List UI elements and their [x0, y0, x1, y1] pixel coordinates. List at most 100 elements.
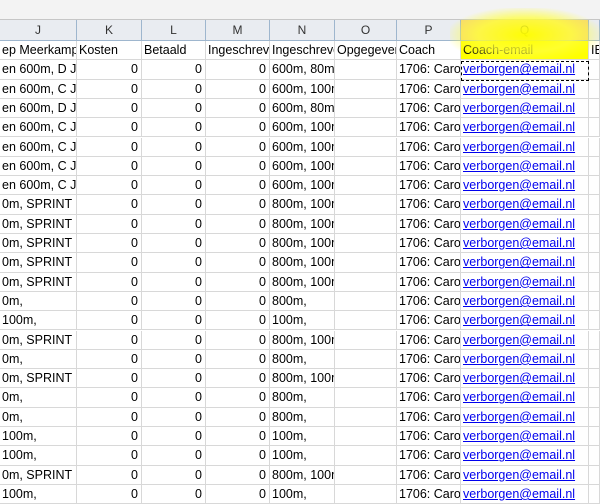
cell-q[interactable]: verborgen@email.nl	[461, 427, 589, 447]
cell-q[interactable]: verborgen@email.nl	[461, 156, 589, 177]
cell-o[interactable]	[335, 176, 397, 196]
cell-j[interactable]: 0m,	[0, 388, 77, 408]
header-cell-n[interactable]: Ingeschreve	[270, 41, 335, 61]
cell-k[interactable]: 0	[77, 407, 142, 427]
cell-k[interactable]: 0	[77, 79, 142, 99]
cell-o[interactable]	[335, 427, 397, 447]
cell-j[interactable]: en 600m, C Ju	[0, 118, 77, 138]
coach-email-link[interactable]: verborgen@email.nl	[463, 487, 575, 501]
cell-n[interactable]: 800m, 100m,	[270, 253, 335, 273]
cell-n[interactable]: 600m, 100m,	[270, 156, 335, 177]
cell-k[interactable]: 0	[77, 195, 142, 215]
cell-o[interactable]	[335, 137, 397, 157]
cell-m[interactable]: 0	[206, 388, 270, 408]
cell-k[interactable]: 0	[77, 427, 142, 447]
header-cell-j[interactable]: ep Meerkamp	[0, 41, 77, 61]
cell-l[interactable]: 0	[142, 388, 206, 408]
cell-p[interactable]: 1706: Caro	[397, 465, 461, 485]
cell-j[interactable]: en 600m, C Ju	[0, 156, 77, 177]
cell-q[interactable]: verborgen@email.nl	[461, 60, 589, 80]
cell-n[interactable]: 600m, 100m,	[270, 118, 335, 138]
cell-n[interactable]: 800m, 100m,	[270, 195, 335, 215]
coach-email-link[interactable]: verborgen@email.nl	[463, 294, 575, 308]
cell-next[interactable]	[589, 388, 600, 408]
cell-m[interactable]: 0	[206, 484, 270, 504]
cell-p[interactable]: 1706: Caro	[397, 407, 461, 427]
cell-o[interactable]	[335, 272, 397, 292]
coach-email-link[interactable]: verborgen@email.nl	[463, 120, 575, 134]
cell-m[interactable]: 0	[206, 118, 270, 138]
cell-next[interactable]	[589, 79, 600, 99]
cell-q[interactable]: verborgen@email.nl	[461, 253, 589, 273]
cell-n[interactable]: 600m, 80m,	[270, 60, 335, 80]
cell-k[interactable]: 0	[77, 137, 142, 157]
cell-m[interactable]: 0	[206, 195, 270, 215]
cell-p[interactable]: 1706: Caro	[397, 234, 461, 254]
cell-m[interactable]: 0	[206, 79, 270, 99]
cell-q[interactable]: verborgen@email.nl	[461, 118, 589, 138]
cell-n[interactable]: 800m, 100m,	[270, 369, 335, 389]
column-letter-o[interactable]: O	[335, 20, 397, 40]
cell-j[interactable]: en 600m, D Ju	[0, 60, 77, 80]
cell-q[interactable]: verborgen@email.nl	[461, 349, 589, 370]
coach-email-link[interactable]: verborgen@email.nl	[463, 371, 575, 385]
cell-l[interactable]: 0	[142, 60, 206, 80]
cell-o[interactable]	[335, 79, 397, 99]
cell-o[interactable]	[335, 311, 397, 331]
cell-q[interactable]: verborgen@email.nl	[461, 484, 589, 504]
cell-next[interactable]	[589, 176, 600, 196]
coach-email-link[interactable]: verborgen@email.nl	[463, 82, 575, 96]
cell-j[interactable]: 100m,	[0, 446, 77, 466]
cell-p[interactable]: 1706: Caro	[397, 60, 461, 80]
cell-n[interactable]: 600m, 100m,	[270, 137, 335, 157]
cell-l[interactable]: 0	[142, 407, 206, 427]
cell-next[interactable]	[589, 349, 600, 370]
cell-n[interactable]: 800m,	[270, 407, 335, 427]
cell-n[interactable]: 100m,	[270, 446, 335, 466]
cell-next[interactable]	[589, 234, 600, 254]
cell-j[interactable]: 0m,	[0, 291, 77, 312]
cell-next[interactable]	[589, 118, 600, 138]
cell-j[interactable]: 100m,	[0, 484, 77, 504]
cell-j[interactable]: 0m, SPRINT 1	[0, 465, 77, 485]
cell-k[interactable]: 0	[77, 60, 142, 80]
cell-j[interactable]: en 600m, C Ju	[0, 79, 77, 99]
cell-next[interactable]	[589, 369, 600, 389]
cell-o[interactable]	[335, 407, 397, 427]
cell-j[interactable]: 0m,	[0, 407, 77, 427]
cell-q[interactable]: verborgen@email.nl	[461, 330, 589, 350]
cell-q[interactable]: verborgen@email.nl	[461, 311, 589, 331]
cell-j[interactable]: 0m, SPRINT 1	[0, 195, 77, 215]
cell-m[interactable]: 0	[206, 427, 270, 447]
cell-l[interactable]: 0	[142, 427, 206, 447]
cell-p[interactable]: 1706: Caro	[397, 484, 461, 504]
cell-o[interactable]	[335, 446, 397, 466]
coach-email-link[interactable]: verborgen@email.nl	[463, 217, 575, 231]
cell-m[interactable]: 0	[206, 253, 270, 273]
cell-j[interactable]: 0m, SPRINT 1	[0, 234, 77, 254]
cell-k[interactable]: 0	[77, 98, 142, 119]
cell-m[interactable]: 0	[206, 98, 270, 119]
cell-k[interactable]: 0	[77, 253, 142, 273]
cell-o[interactable]	[335, 349, 397, 370]
cell-k[interactable]: 0	[77, 369, 142, 389]
cell-l[interactable]: 0	[142, 195, 206, 215]
coach-email-link[interactable]: verborgen@email.nl	[463, 140, 575, 154]
cell-next[interactable]	[589, 272, 600, 292]
cell-next[interactable]	[589, 137, 600, 157]
cell-n[interactable]: 600m, 100m,	[270, 79, 335, 99]
coach-email-link[interactable]: verborgen@email.nl	[463, 448, 575, 462]
cell-p[interactable]: 1706: Caro	[397, 427, 461, 447]
cell-o[interactable]	[335, 214, 397, 234]
cell-o[interactable]	[335, 234, 397, 254]
cell-q[interactable]: verborgen@email.nl	[461, 446, 589, 466]
cell-k[interactable]: 0	[77, 388, 142, 408]
cell-q[interactable]: verborgen@email.nl	[461, 79, 589, 99]
header-cell-p[interactable]: Coach	[397, 41, 461, 61]
cell-p[interactable]: 1706: Caro	[397, 369, 461, 389]
cell-m[interactable]: 0	[206, 214, 270, 234]
cell-next[interactable]	[589, 330, 600, 350]
cell-l[interactable]: 0	[142, 446, 206, 466]
cell-k[interactable]: 0	[77, 176, 142, 196]
cell-m[interactable]: 0	[206, 272, 270, 292]
